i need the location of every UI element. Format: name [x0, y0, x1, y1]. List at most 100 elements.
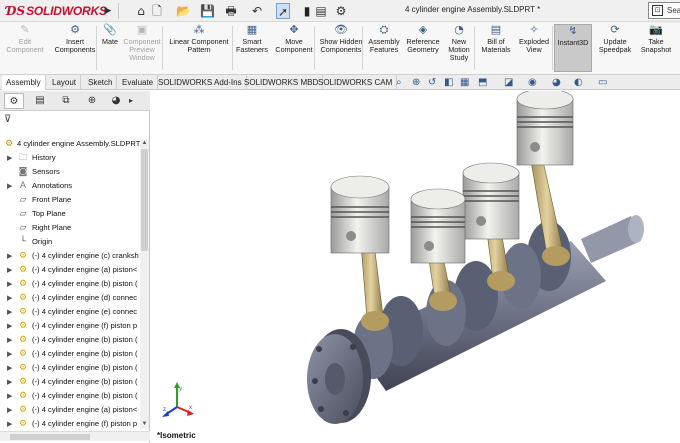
- instant3d-button[interactable]: ↯ Instant3D: [554, 24, 592, 72]
- insert-components-button[interactable]: ⚙ Insert Components: [54, 24, 96, 72]
- tree-component-row[interactable]: ▶ ⚙ (-) 4 cylinder engine (b) piston (: [0, 375, 140, 389]
- new-motion-study-button[interactable]: ◔ New Motion Study: [444, 24, 474, 72]
- tab-evaluate[interactable]: Evaluate: [118, 75, 159, 90]
- piston-1[interactable]: [330, 175, 390, 254]
- smart-fasteners-button[interactable]: ▦ Smart Fasteners: [234, 24, 270, 72]
- tab-sketch[interactable]: Sketch: [84, 75, 118, 90]
- open-icon[interactable]: 📂: [176, 3, 191, 19]
- assembly-features-button[interactable]: ⛭ Assembly Features: [366, 24, 402, 72]
- expand-arrow-icon[interactable]: ▶: [7, 375, 15, 389]
- tree-component-row[interactable]: ▶ ⚙ (-) 4 cylinder engine (d) connec: [0, 291, 140, 305]
- edit-appearance-icon[interactable]: ◕: [552, 76, 561, 89]
- expand-arrow-icon[interactable]: ▶: [7, 319, 15, 333]
- tree-component-row[interactable]: ▶ ⚙ (-) 4 cylinder engine (c) cranksh: [0, 249, 140, 263]
- tree-component-row[interactable]: ▶ ⚙ (-) 4 cylinder engine (a) piston<: [0, 403, 140, 417]
- expand-arrow-icon[interactable]: ▶: [7, 403, 15, 417]
- traffic-light-icon[interactable]: ▮: [300, 3, 314, 19]
- reference-geometry-button[interactable]: ◈ Reference Geometry: [404, 24, 442, 72]
- expand-arrow-icon[interactable]: ▶: [7, 277, 15, 291]
- property-manager-tab-icon[interactable]: ▤: [30, 93, 50, 109]
- select-icon[interactable]: ➚: [276, 3, 290, 19]
- zoom-to-fit-icon[interactable]: ⌕: [396, 76, 402, 89]
- filter-icon[interactable]: ⊽: [4, 114, 11, 125]
- feature-tree-tab-icon[interactable]: ⚙: [4, 93, 24, 109]
- options-gear-icon[interactable]: ⚙: [334, 3, 348, 19]
- expand-arrow-icon[interactable]: ▶: [7, 361, 15, 375]
- tree-horizontal-scrollbar[interactable]: [0, 431, 150, 441]
- h-scrollbar-thumb[interactable]: [10, 434, 90, 440]
- search-input[interactable]: ⊡ Sea: [648, 2, 680, 19]
- tree-item-top-plane[interactable]: ▱ Top Plane: [0, 207, 140, 221]
- move-component-button[interactable]: ✥ Move Component: [274, 24, 314, 72]
- display-manager-tab-icon[interactable]: ◕: [106, 93, 126, 109]
- undo-icon[interactable]: ↶: [250, 3, 264, 19]
- scroll-down-icon[interactable]: ▼: [140, 420, 149, 429]
- tree-item-annotations[interactable]: ▶ A Annotations: [0, 179, 140, 193]
- tab-solidworks-mbd[interactable]: SOLIDWORKS MBD: [240, 75, 324, 90]
- tree-vertical-scrollbar[interactable]: ▲ ▼: [140, 139, 149, 429]
- tree-item-front-plane[interactable]: ▱ Front Plane: [0, 193, 140, 207]
- show-hidden-button[interactable]: 👁 Show Hidden Components: [318, 24, 364, 72]
- expand-arrow-icon[interactable]: ▶: [7, 347, 15, 361]
- home-icon[interactable]: ⌂: [134, 3, 148, 19]
- update-speedpak-button[interactable]: ⟳ Update Speedpak: [596, 24, 634, 72]
- tree-component-row[interactable]: ▶ ⚙ (-) 4 cylinder engine (b) piston (: [0, 361, 140, 375]
- piston-3[interactable]: [462, 162, 520, 240]
- tree-root-assembly[interactable]: ⚙ 4 cylinder engine Assembly.SLDPRT: [0, 137, 140, 151]
- tree-component-row[interactable]: ▶ ⚙ (-) 4 cylinder engine (b) piston (: [0, 347, 140, 361]
- bill-of-materials-button[interactable]: ▤ Bill of Materials: [478, 24, 514, 72]
- exploded-view-button[interactable]: ✧ Exploded View: [516, 24, 552, 72]
- scroll-up-icon[interactable]: ▲: [140, 139, 149, 148]
- graphics-area[interactable]: y x z *Isometric: [151, 91, 680, 443]
- linear-pattern-button[interactable]: ⁂ Linear Component Pattern: [166, 24, 232, 72]
- tree-component-row[interactable]: ▶ ⚙ (-) 4 cylinder engine (f) piston p: [0, 319, 140, 333]
- piston-4[interactable]: [516, 91, 574, 166]
- section-view-icon[interactable]: ◧: [444, 76, 453, 89]
- tree-item-right-plane[interactable]: ▱ Right Plane: [0, 221, 140, 235]
- menu-expand-arrow-icon[interactable]: ▶: [103, 3, 113, 19]
- expand-arrow-icon[interactable]: ▶: [7, 291, 15, 305]
- tab-solidworks-cam[interactable]: SOLIDWORKS CAM: [314, 75, 398, 90]
- expand-arrow-icon[interactable]: ▶: [7, 263, 15, 277]
- expand-arrow-icon[interactable]: ▶: [7, 179, 15, 193]
- solidworks-logo[interactable]: ƊS SOLIDWORKS: [6, 3, 107, 19]
- view-orientation-icon[interactable]: ⬒: [478, 76, 487, 89]
- tree-item-origin[interactable]: └ Origin: [0, 235, 140, 249]
- expand-arrow-icon[interactable]: ▶: [7, 417, 15, 431]
- expand-arrow-icon[interactable]: ▶: [7, 305, 15, 319]
- configuration-manager-tab-icon[interactable]: ⧉: [56, 93, 76, 109]
- print-icon[interactable]: 🖶: [224, 3, 238, 19]
- piston-2[interactable]: [410, 188, 466, 264]
- expand-arrow-icon[interactable]: ▶: [7, 151, 15, 165]
- edit-component-button[interactable]: ✎ Edit Component: [2, 24, 48, 72]
- new-icon[interactable]: 🗋: [150, 3, 164, 19]
- tree-component-row[interactable]: ▶ ⚙ (-) 4 cylinder engine (b) piston (: [0, 333, 140, 347]
- scrollbar-thumb[interactable]: [141, 149, 148, 251]
- dimxpert-tab-icon[interactable]: ⊕: [82, 93, 102, 109]
- tree-component-row[interactable]: ▶ ⚙ (-) 4 cylinder engine (a) piston<: [0, 263, 140, 277]
- save-icon[interactable]: 💾: [200, 3, 215, 19]
- tree-component-row[interactable]: ▶ ⚙ (-) 4 cylinder engine (e) connec: [0, 305, 140, 319]
- zoom-area-icon[interactable]: ⊕: [412, 76, 420, 89]
- previous-view-icon[interactable]: ↺: [428, 76, 436, 89]
- expand-arrow-icon[interactable]: ▶: [7, 389, 15, 403]
- engine-assembly-model[interactable]: [151, 91, 680, 443]
- tree-item-history[interactable]: ▶ 🗀 History: [0, 151, 140, 165]
- tree-component-row[interactable]: ▶ ⚙ (-) 4 cylinder engine (b) piston (: [0, 389, 140, 403]
- tab-assembly[interactable]: Assembly: [2, 75, 46, 90]
- tree-item-sensors[interactable]: ◙ Sensors: [0, 165, 140, 179]
- view-settings-icon[interactable]: ▭: [598, 76, 607, 89]
- hide-show-items-icon[interactable]: ◉: [528, 76, 537, 89]
- tab-layout[interactable]: Layout: [48, 75, 82, 90]
- component-preview-button[interactable]: ▣ Component Preview Window: [120, 24, 164, 72]
- dynamic-annotation-icon[interactable]: ▦: [460, 76, 469, 89]
- expand-arrow-icon[interactable]: ▶: [7, 333, 15, 347]
- mate-button[interactable]: 📎 Mate: [100, 24, 120, 72]
- tree-component-row[interactable]: ▶ ⚙ (-) 4 cylinder engine (b) piston (: [0, 277, 140, 291]
- expand-arrow-icon[interactable]: ▶: [7, 249, 15, 263]
- apply-scene-icon[interactable]: ◐: [574, 76, 583, 89]
- take-snapshot-button[interactable]: 📷 Take Snapshot: [636, 24, 676, 72]
- file-properties-icon[interactable]: ▤: [314, 3, 328, 19]
- tabs-more-arrow-icon[interactable]: ▸: [126, 93, 136, 109]
- tree-component-row[interactable]: ▶ ⚙ (-) 4 cylinder engine (f) piston p: [0, 417, 140, 431]
